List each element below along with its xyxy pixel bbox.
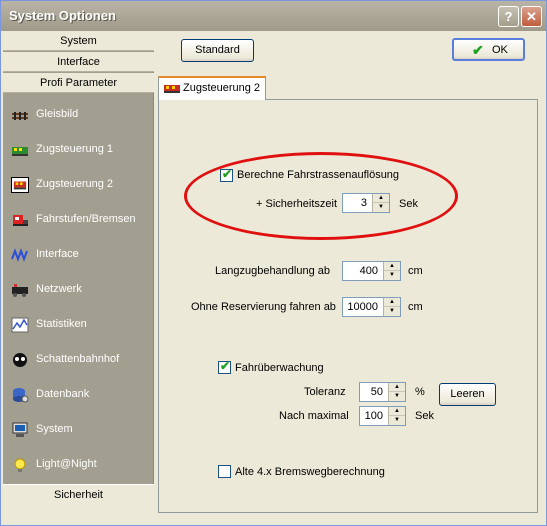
statistics-icon	[11, 317, 29, 333]
sidebar-item-interface[interactable]: Interface	[3, 238, 154, 272]
ok-button[interactable]: ✔ OK	[452, 38, 525, 61]
long-train-stepper[interactable]: 400 ▲ ▼	[342, 261, 401, 281]
check-icon: ✔	[472, 42, 484, 58]
sidebar-item-light-at-night[interactable]: Light@Night	[3, 448, 154, 482]
sidebar-item-zugsteuerung-2[interactable]: Zugsteuerung 2	[3, 168, 154, 202]
sidebar-header-interface[interactable]: Interface	[3, 52, 154, 72]
sidebar-item-fahrstufen-bremsen[interactable]: Fahrstufen/Bremsen	[3, 203, 154, 237]
database-icon	[13, 388, 29, 403]
network-icon	[12, 284, 28, 297]
stepper-down-icon[interactable]: ▼	[384, 307, 400, 316]
stepper-arrows[interactable]: ▲ ▼	[383, 298, 400, 316]
system-options-window: System Optionen ? ✕ System Interface Pro…	[0, 0, 547, 526]
sidebar-header-sicherheit[interactable]: Sicherheit	[3, 484, 154, 505]
stepper-up-icon[interactable]: ▲	[389, 383, 405, 392]
stepper-arrows[interactable]: ▲ ▼	[388, 407, 405, 425]
train-control-icon	[12, 147, 28, 156]
sidebar-item-zugsteuerung-1[interactable]: Zugsteuerung 1	[3, 133, 154, 167]
help-button[interactable]: ?	[498, 6, 519, 27]
tab-label: Zugsteuerung 2	[183, 82, 261, 94]
sidebar-item-gleisbild[interactable]: Gleisbild	[3, 98, 154, 132]
sidebar-item-statistiken[interactable]: Statistiken	[3, 308, 154, 342]
sidebar-item-schattenbahnhof[interactable]: Schattenbahnhof	[3, 343, 154, 377]
tolerance-stepper[interactable]: 50 ▲ ▼	[359, 382, 406, 402]
ok-button-label: OK	[492, 44, 508, 56]
sidebar-item-label: Gleisbild	[36, 108, 79, 120]
shadow-station-icon	[13, 353, 27, 367]
long-train-value: 400	[359, 265, 378, 277]
interface-icon	[11, 248, 28, 262]
sidebar-item-label: Schattenbahnhof	[36, 353, 120, 365]
max-label: Nach maximal	[279, 410, 349, 422]
sidebar-item-label: Zugsteuerung 2	[36, 178, 114, 190]
max-stepper[interactable]: 100 ▲ ▼	[359, 406, 406, 426]
tolerance-unit: %	[415, 386, 425, 398]
red-annotation-ellipse	[184, 152, 458, 240]
window-title: System Optionen	[9, 8, 116, 23]
sidebar-item-label: Light@Night	[36, 458, 97, 470]
old-brake-checkbox[interactable]	[218, 465, 231, 478]
tolerance-value: 50	[370, 386, 383, 398]
no-reservation-value: 10000	[347, 301, 378, 313]
checkmark-icon: ✔	[220, 359, 231, 373]
old-brake-label: Alte 4.x Bremswegberechnung	[235, 466, 385, 478]
no-reservation-unit: cm	[408, 301, 423, 313]
stepper-down-icon[interactable]: ▼	[384, 271, 400, 280]
max-value: 100	[364, 410, 383, 422]
system-icon	[12, 422, 28, 437]
close-button[interactable]: ✕	[521, 6, 542, 27]
sidebar-item-label: System	[36, 423, 73, 435]
sidebar-item-netzwerk[interactable]: Netzwerk	[3, 273, 154, 307]
train-control-2-icon	[164, 85, 180, 93]
stepper-down-icon[interactable]: ▼	[389, 392, 405, 401]
sidebar-item-label: Statistiken	[36, 318, 87, 330]
title-bar[interactable]: System Optionen ? ✕	[1, 1, 546, 31]
max-unit: Sek	[415, 410, 434, 422]
standard-button[interactable]: Standard	[181, 39, 254, 62]
sidebar-item-label: Fahrstufen/Bremsen	[36, 213, 136, 225]
track-icon	[12, 112, 28, 120]
no-reservation-label: Ohne Reservierung fahren ab	[191, 301, 336, 313]
speed-steps-icon	[13, 215, 28, 226]
sidebar-item-label: Datenbank	[36, 388, 90, 400]
stepper-arrows[interactable]: ▲ ▼	[388, 383, 405, 401]
tab-zugsteuerung-2[interactable]: Zugsteuerung 2	[158, 76, 266, 100]
long-train-label: Langzugbehandlung ab	[215, 265, 331, 277]
sidebar-item-label: Zugsteuerung 1	[36, 143, 114, 155]
clear-button[interactable]: Leeren	[439, 383, 496, 406]
sidebar-item-datenbank[interactable]: Datenbank	[3, 378, 154, 412]
sidebar-item-label: Interface	[36, 248, 79, 260]
monitoring-label: Fahrüberwachung	[235, 362, 324, 374]
train-control-2-icon	[11, 177, 29, 193]
stepper-down-icon[interactable]: ▼	[389, 416, 405, 425]
long-train-unit: cm	[408, 265, 423, 277]
light-icon	[14, 458, 26, 472]
monitoring-checkbox[interactable]: ✔	[218, 359, 231, 374]
sidebar-item-label: Netzwerk	[36, 283, 82, 295]
tolerance-label: Toleranz	[304, 386, 346, 398]
stepper-up-icon[interactable]: ▲	[389, 407, 405, 416]
sidebar-header-system[interactable]: System	[3, 31, 154, 51]
options-sidebar: System Interface Profi Parameter Gleisbi…	[3, 31, 154, 505]
stepper-up-icon[interactable]: ▲	[384, 262, 400, 271]
sidebar-header-profi-parameter[interactable]: Profi Parameter	[3, 73, 154, 93]
stepper-up-icon[interactable]: ▲	[384, 298, 400, 307]
stepper-arrows[interactable]: ▲ ▼	[383, 262, 400, 280]
no-reservation-stepper[interactable]: 10000 ▲ ▼	[342, 297, 401, 317]
sidebar-item-system[interactable]: System	[3, 413, 154, 447]
